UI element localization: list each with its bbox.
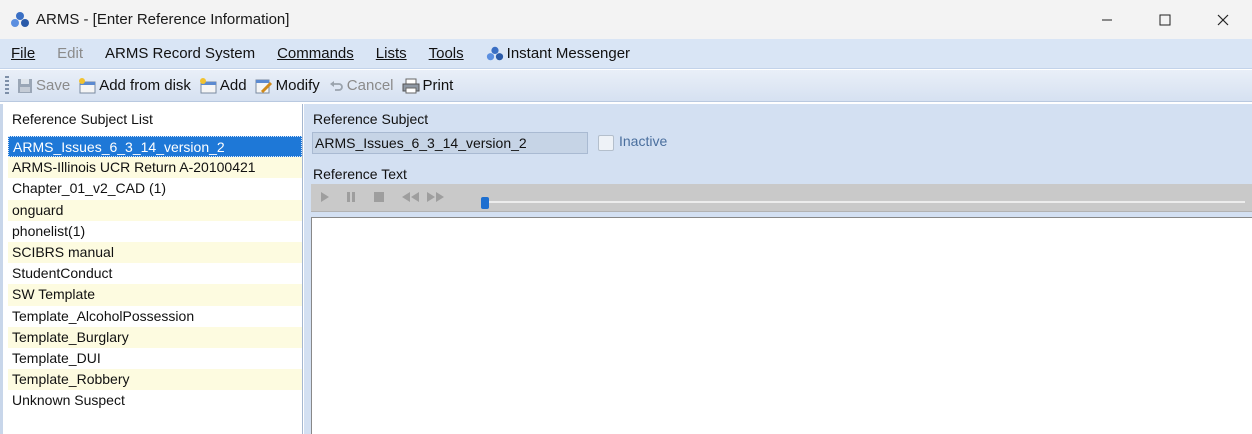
print-button[interactable]: Print: [398, 72, 458, 100]
add-label: Add: [219, 77, 247, 94]
modify-label: Modify: [275, 77, 320, 94]
arms-app-icon: [11, 11, 29, 27]
printer-icon: [402, 78, 419, 93]
menu-edit[interactable]: Edit: [46, 39, 94, 69]
menu-commands-label: Commands: [277, 45, 354, 62]
menu-commands[interactable]: Commands: [266, 39, 365, 69]
maximize-icon: [1159, 14, 1171, 25]
toolbar-grip[interactable]: [5, 75, 9, 96]
pause-icon[interactable]: [345, 190, 357, 204]
reference-detail-panel: Reference Subject ARMS_Issues_6_3_14_ver…: [304, 104, 1252, 434]
add-icon: [199, 77, 217, 93]
reference-text-area[interactable]: [311, 217, 1252, 434]
list-item[interactable]: ARMS-Illinois UCR Return A-20100421: [8, 157, 302, 179]
save-label: Save: [36, 77, 71, 94]
media-seek-track[interactable]: [481, 201, 1245, 203]
list-item[interactable]: phonelist(1): [8, 221, 302, 242]
add-from-disk-button[interactable]: Add from disk: [74, 72, 195, 100]
menu-tools-label: Tools: [428, 45, 464, 62]
list-item[interactable]: StudentConduct: [8, 263, 302, 284]
menu-file[interactable]: File: [0, 39, 46, 69]
list-item[interactable]: Template_Burglary: [8, 326, 302, 348]
undo-icon: [329, 80, 343, 91]
inactive-label: Inactive: [619, 133, 668, 149]
list-item[interactable]: Template_DUI: [8, 348, 302, 369]
messenger-icon: [486, 46, 503, 60]
menu-tools[interactable]: Tools: [418, 39, 475, 69]
modify-icon: [255, 79, 272, 93]
close-icon: [1217, 14, 1229, 25]
reference-text-label: Reference Text: [313, 166, 407, 182]
list-item[interactable]: SCIBRS manual: [8, 241, 302, 264]
reference-subject-field[interactable]: ARMS_Issues_6_3_14_version_2: [312, 132, 588, 154]
maximize-button[interactable]: [1136, 0, 1194, 39]
minimize-button[interactable]: [1078, 0, 1136, 39]
add-button[interactable]: Add: [195, 72, 251, 100]
rewind-icon[interactable]: [399, 190, 421, 204]
inactive-checkbox[interactable]: [598, 135, 614, 151]
list-item[interactable]: Template_Robbery: [8, 369, 302, 391]
add-from-disk-icon: [79, 77, 96, 93]
list-item[interactable]: ARMS_Issues_6_3_14_version_2: [8, 136, 302, 158]
list-item[interactable]: Chapter_01_v2_CAD (1): [8, 178, 302, 199]
fast-forward-icon[interactable]: [425, 190, 447, 204]
play-icon[interactable]: [319, 190, 331, 204]
reference-subject-list-panel: Reference Subject List ARMS_Issues_6_3_1…: [3, 104, 303, 434]
reference-subject-list[interactable]: ARMS_Issues_6_3_14_version_2 ARMS-Illinoi…: [8, 136, 302, 411]
reference-subject-list-header: Reference Subject List: [12, 111, 153, 127]
modify-button[interactable]: Modify: [251, 72, 324, 100]
print-label: Print: [422, 77, 454, 94]
list-item[interactable]: Template_AlcoholPossession: [8, 306, 302, 327]
menu-arms-record-system-label: ARMS Record System: [105, 45, 256, 62]
menu-lists[interactable]: Lists: [365, 39, 418, 69]
add-from-disk-label: Add from disk: [99, 77, 191, 94]
toolbar: Save Add from disk Add Modify Cancel Pri…: [0, 70, 1252, 102]
list-item[interactable]: onguard: [8, 199, 302, 221]
save-icon: [18, 78, 32, 93]
menu-file-label: File: [11, 45, 36, 62]
save-button[interactable]: Save: [13, 72, 74, 100]
cancel-label: Cancel: [346, 77, 394, 94]
window-title: ARMS - [Enter Reference Information]: [36, 11, 290, 28]
close-button[interactable]: [1194, 0, 1252, 39]
stop-icon[interactable]: [373, 190, 385, 204]
minimize-icon: [1102, 19, 1112, 20]
media-seek-thumb[interactable]: [481, 197, 489, 209]
menu-instant-messenger[interactable]: Instant Messenger: [475, 39, 641, 69]
media-player-bar: [311, 184, 1252, 212]
menu-instant-messenger-label: Instant Messenger: [506, 45, 631, 62]
menu-bar: File Edit ARMS Record System Commands Li…: [0, 39, 1252, 69]
menu-arms-record-system[interactable]: ARMS Record System: [94, 39, 266, 69]
cancel-button[interactable]: Cancel: [324, 72, 398, 100]
title-bar: ARMS - [Enter Reference Information]: [0, 0, 1252, 39]
menu-edit-label: Edit: [57, 45, 84, 62]
list-item[interactable]: Unknown Suspect: [8, 390, 302, 411]
menu-lists-label: Lists: [375, 45, 407, 62]
reference-subject-label: Reference Subject: [313, 111, 429, 127]
list-item[interactable]: SW Template: [8, 284, 302, 306]
